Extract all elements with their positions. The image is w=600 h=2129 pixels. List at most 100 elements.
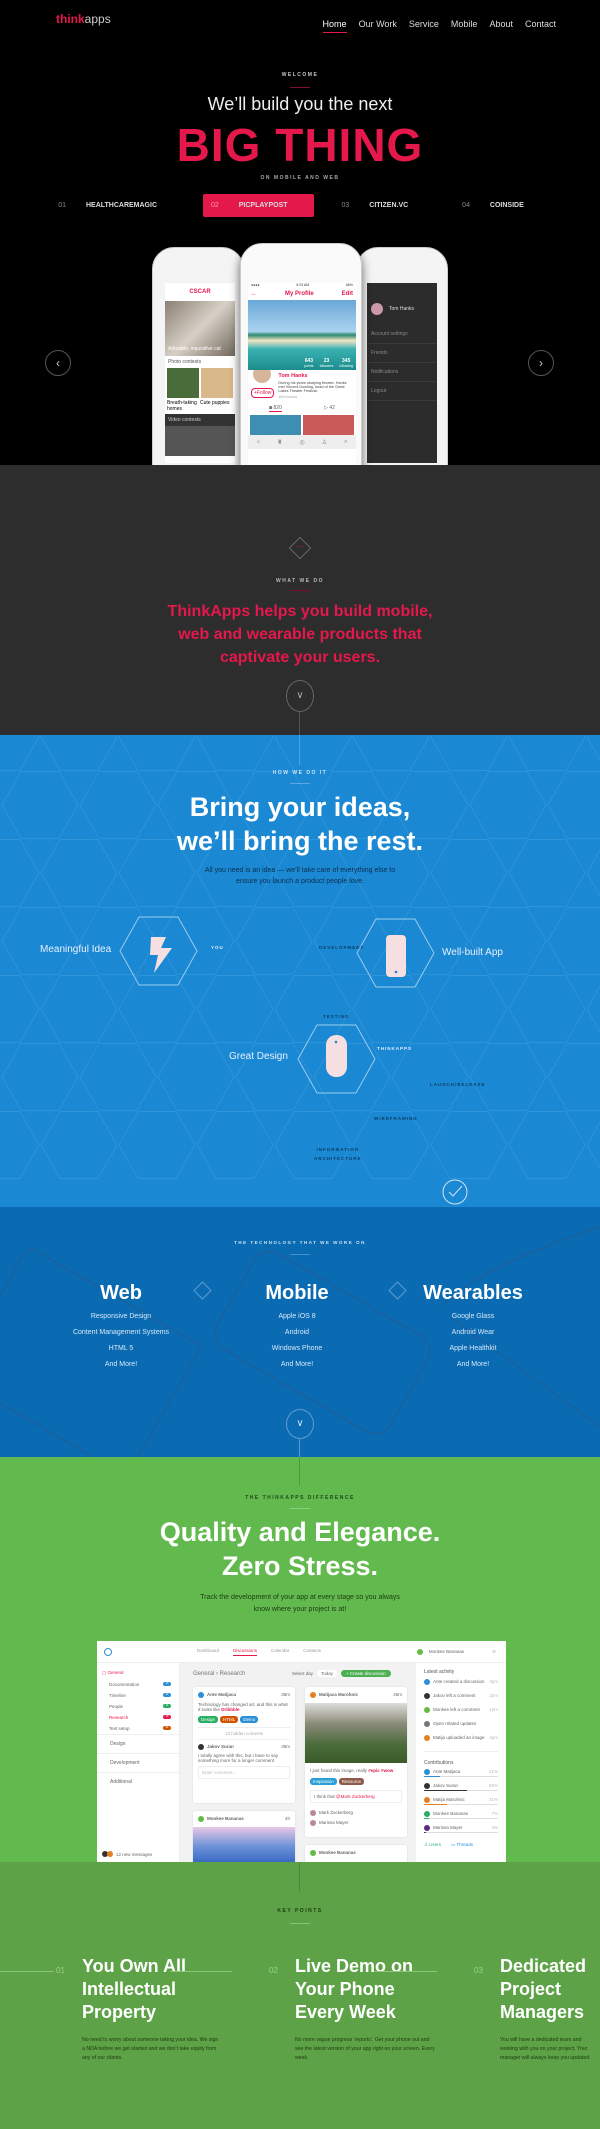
sidebar-item[interactable]: Test setup 21: [97, 1723, 179, 1734]
tag[interactable]: Inspiration: [310, 1778, 337, 1785]
contribution-bar: [424, 1776, 498, 1777]
photos-tab[interactable]: ◙ 820: [269, 405, 282, 412]
next-arrow-button[interactable]: ›: [528, 350, 554, 376]
users-link[interactable]: ♙ Users: [424, 1842, 441, 1848]
tech-column-mobile: Mobile Apple iOS 8 Android Windows Phone And…: [207, 1282, 387, 1377]
tab-discussions[interactable]: Discussions: [233, 1648, 258, 1656]
search-icon[interactable]: ⌕: [344, 439, 347, 446]
contribution-bar: [424, 1832, 498, 1833]
activity-item[interactable]: Open related updates: [424, 1717, 498, 1731]
check-icon: [442, 1179, 468, 1205]
video-contests: Video contests: [165, 414, 235, 426]
sidebar-section[interactable]: Design: [97, 1734, 179, 1753]
logo-light: apps: [84, 12, 111, 26]
gear-icon[interactable]: ⚙: [492, 1649, 496, 1655]
post-card: Matijaca Marohnic 45m I just found this i…: [305, 1687, 407, 1837]
activity-item[interactable]: Ante created a discussion 3pm: [424, 1675, 498, 1689]
edit-button[interactable]: Edit: [342, 291, 353, 297]
what-text: ThinkApps helps you build mobile, web an…: [167, 603, 433, 666]
sidebar-item[interactable]: Research 18: [97, 1712, 179, 1723]
menu-item[interactable]: Logout: [367, 382, 437, 401]
follow-button[interactable]: +Follow: [251, 388, 275, 398]
contribution-row: Marissa Mayer 3%: [424, 1822, 498, 1836]
timeline-line: [0, 1971, 54, 1972]
project-tab[interactable]: 03 CITIZEN.VC: [334, 194, 435, 217]
nav-item-home[interactable]: Home: [322, 19, 347, 33]
contrib-title: Contributions: [424, 1751, 498, 1766]
profile-stat: 643 points: [304, 358, 314, 368]
logo-bold: think: [56, 12, 85, 26]
day-select[interactable]: Today: [317, 1670, 338, 1677]
activity-item[interactable]: Monkee left a comment 1pm: [424, 1703, 498, 1717]
comment-input[interactable]: Enter comment...: [198, 1766, 290, 1779]
tag[interactable]: Resource: [338, 1778, 365, 1785]
profile-stat: 23 followers: [319, 358, 334, 368]
keypoint-title: You Own All Intellectual Property: [82, 1956, 186, 2022]
tab-calendar[interactable]: Calendar: [271, 1648, 289, 1656]
link[interactable]: Dribbble: [221, 1707, 239, 1712]
trophy-icon[interactable]: ♜: [277, 439, 282, 446]
prev-arrow-button[interactable]: ‹: [45, 350, 71, 376]
select-day-label: Select day: [292, 1671, 314, 1676]
nav-item-about[interactable]: About: [489, 19, 513, 32]
diff-eyebrow: THE THINKAPPS DIFFERENCE: [245, 1495, 355, 1501]
node-app: Well-built App: [442, 947, 503, 958]
sidebar-section[interactable]: Additional: [97, 1772, 179, 1791]
nav-item-service[interactable]: Service: [409, 19, 439, 32]
project-tabs: 01 HEALTHCAREMAGIC 02 PICPLAYPOST 03 CITIZ…: [0, 194, 600, 217]
keypoint-text: No need to worry about someone taking yo…: [82, 2037, 219, 2061]
sidebar-item[interactable]: People 11: [97, 1701, 179, 1712]
project-tab[interactable]: 01 HEALTHCAREMAGIC: [50, 194, 183, 217]
create-discussion-button[interactable]: + Create discussion: [341, 1670, 391, 1677]
tag[interactable]: Design: [198, 1716, 219, 1723]
user-icon[interactable]: ♙: [322, 439, 327, 446]
hidden-comments[interactable]: 13 hidden coments: [198, 1727, 290, 1740]
tag[interactable]: HTML: [220, 1716, 239, 1723]
menu-item[interactable]: Friends: [367, 344, 437, 363]
dashboard-logo: [104, 1647, 112, 1656]
sidebar-general[interactable]: ▢ General: [97, 1663, 179, 1679]
threads-link[interactable]: ▭ Threads: [451, 1842, 473, 1848]
tech-item: Android: [284, 1329, 310, 1336]
tech-item: Content Management Systems: [72, 1329, 170, 1336]
contribution-row: Ante Matijaca 21%: [424, 1766, 498, 1780]
project-tab[interactable]: 02 PICPLAYPOST: [203, 194, 314, 217]
tab-contacts[interactable]: Contacts: [303, 1648, 321, 1656]
main-nav: Home Our Work Service Mobile About Contact: [311, 14, 556, 33]
tech-item: And More!: [280, 1361, 314, 1368]
menu-item[interactable]: Account settings: [367, 325, 437, 344]
videos-tab[interactable]: ▷ 42: [324, 405, 335, 412]
nav-item-mobile[interactable]: Mobile: [451, 19, 478, 32]
activity-item[interactable]: Matija uploaded an image 4pm: [424, 1731, 498, 1745]
camera-icon[interactable]: ◎: [299, 439, 304, 446]
photo-contests: Photo contests: [168, 359, 202, 365]
sidebar-item[interactable]: Documentation 15: [97, 1679, 179, 1690]
phone-center: ●●●● 9:23 AM 66% ← My Profile Edit 643 poin…: [240, 243, 362, 465]
cat-photo: Adorable, inquisitive cat: [165, 301, 235, 356]
sidebar-section[interactable]: Development: [97, 1753, 179, 1772]
person[interactable]: Mark Zuckerberg: [310, 1808, 402, 1818]
back-icon[interactable]: ←: [251, 291, 257, 297]
tag[interactable]: Demo: [240, 1716, 259, 1723]
home-icon[interactable]: ⌂: [256, 439, 260, 445]
tab-dashboard[interactable]: Dashboard: [197, 1648, 219, 1656]
label-development: DEVELOPMENT: [319, 945, 365, 950]
new-messages[interactable]: 12 new messages: [116, 1852, 152, 1857]
technology-section: THE TECHNOLOGY THAT WE WORK ON Web Respon…: [0, 1207, 600, 1457]
tech-item: HTML 5: [108, 1345, 134, 1352]
menu-item[interactable]: Notifications: [367, 363, 437, 382]
tech-column-wearables: Wearables Google Glass Android Wear Apple H…: [383, 1282, 563, 1377]
current-user[interactable]: Monkee Bananas: [429, 1649, 464, 1654]
nav-item-our-work[interactable]: Our Work: [359, 19, 397, 32]
project-tab[interactable]: 04 COINSIDE: [454, 194, 550, 217]
keypoint-title: Live Demo on Your Phone Every Week: [295, 1956, 414, 2022]
item: Cute puppies: [200, 400, 230, 406]
what-eyebrow: WHAT WE DO: [276, 578, 324, 584]
scroll-down-button[interactable]: ∨: [286, 1409, 314, 1439]
nav-item-contact[interactable]: Contact: [525, 19, 556, 32]
activity-item[interactable]: Jakov left a comment 2pm: [424, 1689, 498, 1703]
person[interactable]: Marissa Mayer: [310, 1818, 402, 1828]
sidebar-item[interactable]: Timeline 24: [97, 1690, 179, 1701]
scroll-down-button[interactable]: ∨: [286, 680, 314, 712]
logo[interactable]: thinkapps: [56, 12, 111, 26]
